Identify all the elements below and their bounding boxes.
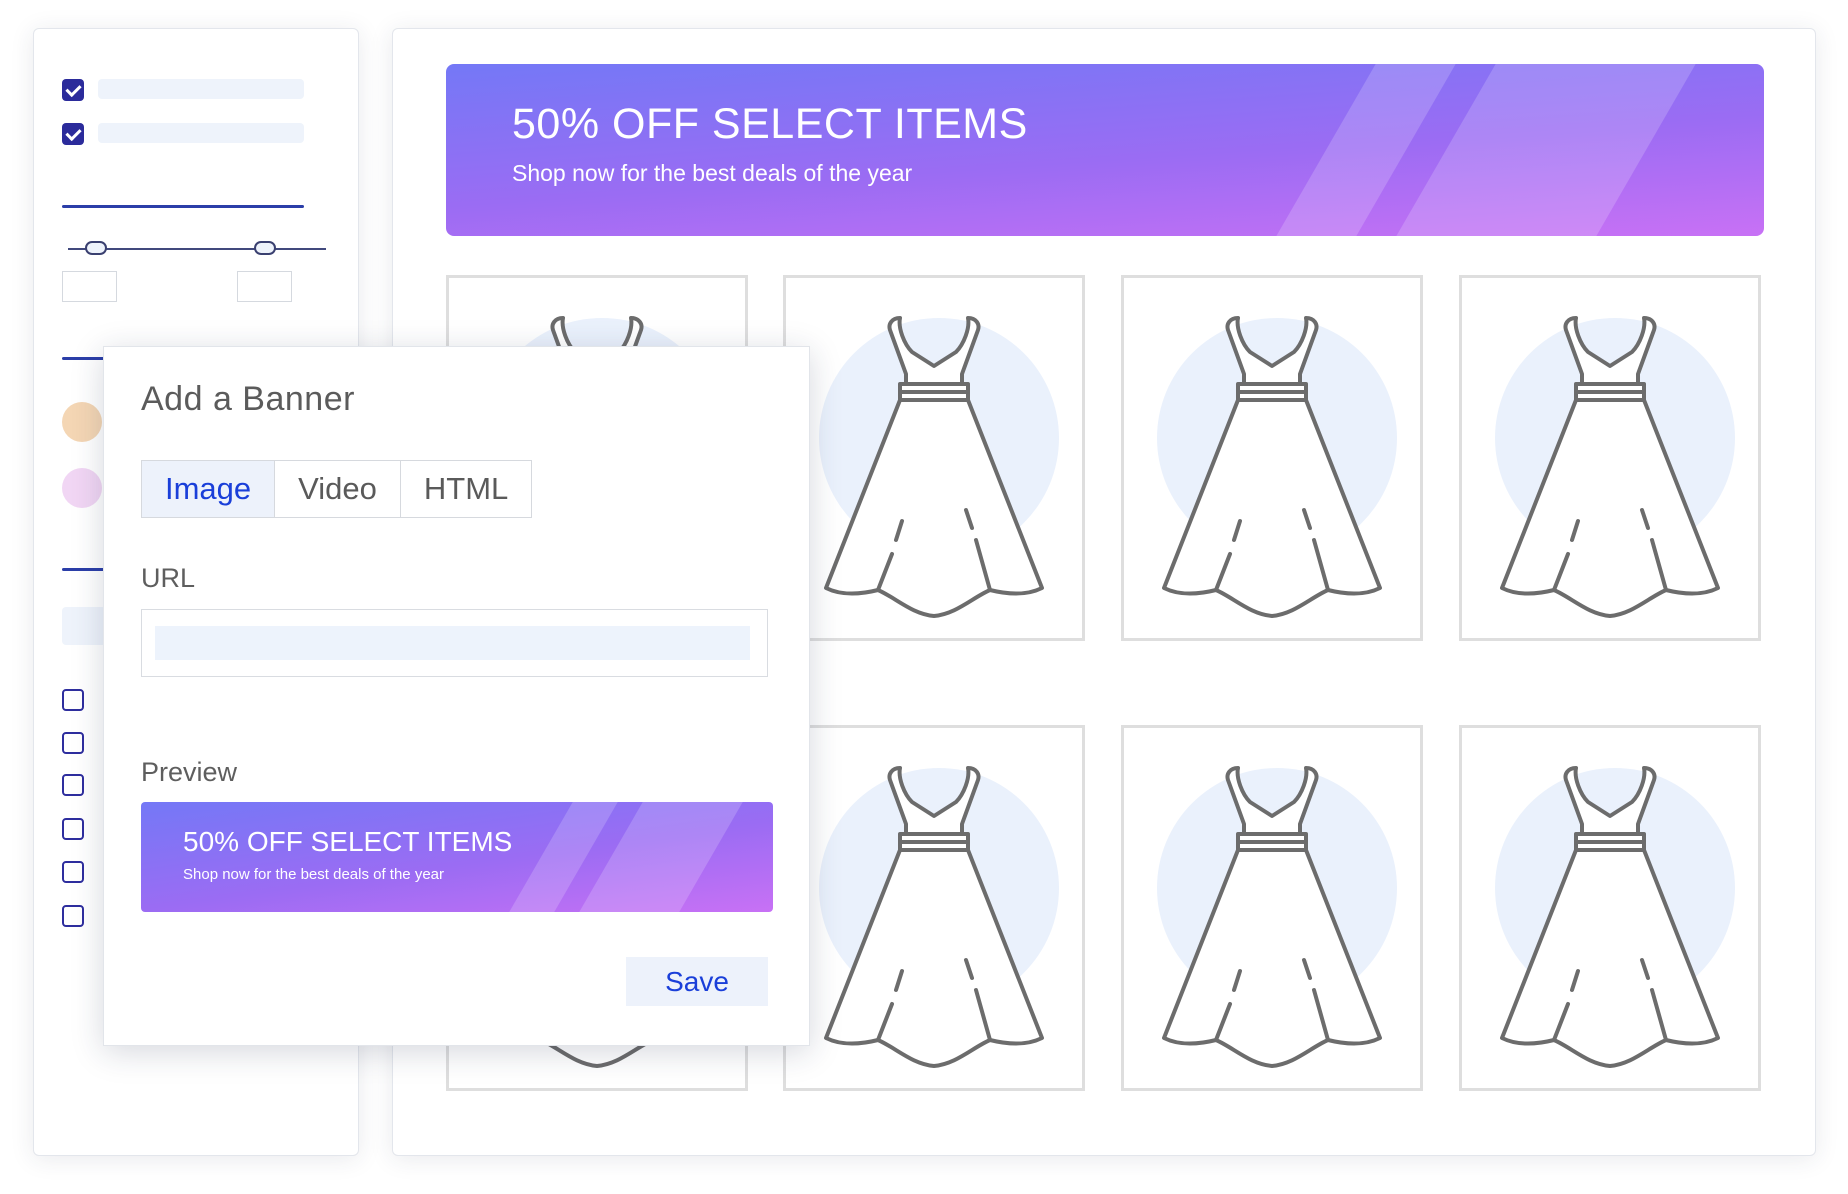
product-card[interactable] <box>783 725 1085 1091</box>
tab-image[interactable]: Image <box>142 461 276 517</box>
section-divider <box>62 205 304 208</box>
filter-option-placeholder <box>62 607 106 645</box>
dialog-title: Add a Banner <box>141 380 355 418</box>
preview-title: 50% OFF SELECT ITEMS <box>183 826 513 857</box>
price-range-min-handle[interactable] <box>85 241 107 255</box>
dress-icon <box>1162 316 1382 618</box>
app-canvas: 50% OFF SELECT ITEMS Shop now for the be… <box>0 0 1848 1194</box>
banner-preview: 50% OFF SELECT ITEMS Shop now for the be… <box>141 802 773 912</box>
section-divider <box>62 568 106 571</box>
dress-icon <box>1162 766 1382 1068</box>
section-divider <box>62 357 106 360</box>
product-card[interactable] <box>1121 275 1423 641</box>
price-min-input[interactable] <box>62 271 117 302</box>
dress-icon <box>1500 316 1720 618</box>
price-max-input[interactable] <box>237 271 292 302</box>
filter-checkbox-checked[interactable] <box>62 79 84 101</box>
product-card[interactable] <box>1459 275 1761 641</box>
dress-icon <box>1500 766 1720 1068</box>
banner-stripe-decoration <box>1396 64 1696 236</box>
product-card[interactable] <box>1121 725 1423 1091</box>
color-swatch-lilac[interactable] <box>62 468 102 508</box>
filter-checkbox[interactable] <box>62 732 84 754</box>
tab-video[interactable]: Video <box>275 461 401 517</box>
filter-option-placeholder <box>98 79 304 99</box>
dress-icon <box>824 316 1044 618</box>
banner-subtitle: Shop now for the best deals of the year <box>512 160 913 186</box>
banner-title: 50% OFF SELECT ITEMS <box>512 100 1028 148</box>
product-card[interactable] <box>1459 725 1761 1091</box>
preview-label: Preview <box>141 757 238 787</box>
tab-html[interactable]: HTML <box>401 461 531 517</box>
price-range-max-handle[interactable] <box>254 241 276 255</box>
url-field <box>141 609 768 677</box>
filter-option-placeholder <box>98 123 304 143</box>
save-button[interactable]: Save <box>626 957 768 1006</box>
promo-banner[interactable]: 50% OFF SELECT ITEMS Shop now for the be… <box>446 64 1764 236</box>
add-banner-dialog: Add a Banner Image Video HTML URL Previe… <box>103 346 810 1046</box>
dress-icon <box>824 766 1044 1068</box>
product-card[interactable] <box>783 275 1085 641</box>
filter-checkbox[interactable] <box>62 774 84 796</box>
filter-checkbox[interactable] <box>62 905 84 927</box>
color-swatch-peach[interactable] <box>62 402 102 442</box>
url-input[interactable] <box>155 626 750 660</box>
filter-checkbox[interactable] <box>62 861 84 883</box>
banner-type-tabs: Image Video HTML <box>141 460 533 518</box>
filter-checkbox[interactable] <box>62 689 84 711</box>
filter-checkbox-checked[interactable] <box>62 123 84 145</box>
preview-subtitle: Shop now for the best deals of the year <box>183 866 444 883</box>
url-label: URL <box>141 563 196 593</box>
filter-checkbox[interactable] <box>62 818 84 840</box>
